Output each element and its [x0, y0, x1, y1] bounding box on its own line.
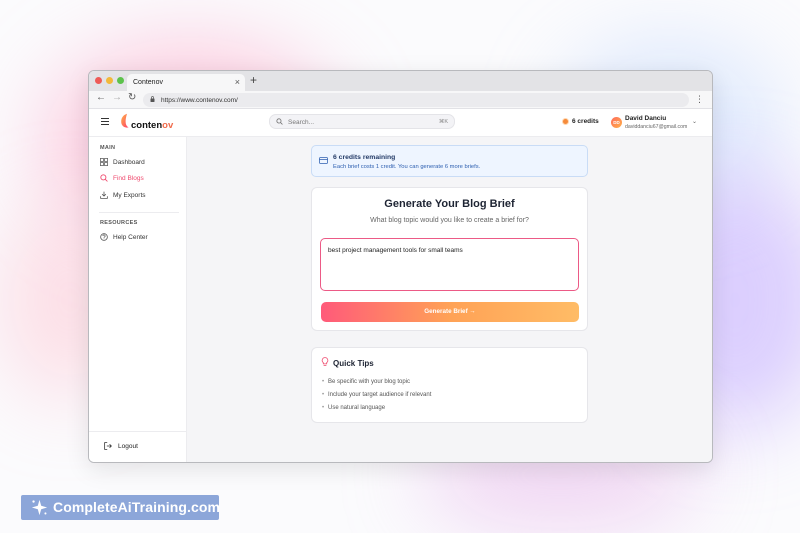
brief-title: Generate Your Blog Brief: [384, 198, 515, 210]
main-content: 6 credits remaining Each brief costs 1 c…: [187, 137, 712, 462]
maximize-window-button[interactable]: [117, 77, 124, 84]
app-header: contenov Search... ⌘K 6 credits DD David…: [89, 109, 712, 137]
banner-title: 6 credits remaining: [333, 154, 396, 161]
close-tab-icon[interactable]: ×: [235, 77, 240, 87]
watermark-text: CompleteAiTraining.com: [53, 499, 221, 515]
lock-icon: [150, 96, 155, 102]
credit-card-icon: [319, 157, 328, 164]
download-icon: [100, 191, 108, 199]
tab-title: Contenov: [133, 79, 163, 86]
sidebar-divider: [89, 431, 186, 432]
browser-menu-icon[interactable]: ⋮: [695, 94, 704, 105]
user-name[interactable]: David Danciu: [625, 115, 666, 122]
sidebar-item-find-blogs[interactable]: Find Blogs: [100, 174, 144, 184]
coin-icon: [562, 118, 569, 125]
sidebar-item-label: Find Blogs: [113, 175, 144, 182]
tip-item: Use natural language: [322, 405, 385, 411]
browser-window: Contenov × + ← → ↻ https://www.contenov.…: [88, 70, 713, 463]
sidebar-item-label: My Exports: [113, 192, 146, 199]
new-tab-button[interactable]: +: [250, 73, 257, 87]
user-email: daviddanciu67@gmail.com: [625, 124, 688, 130]
sidebar-divider: [99, 212, 179, 213]
tip-item: Include your target audience if relevant: [322, 392, 431, 398]
browser-titlebar: Contenov × +: [89, 71, 712, 91]
close-window-button[interactable]: [95, 77, 102, 84]
minimize-window-button[interactable]: [106, 77, 113, 84]
logout-icon: [104, 442, 112, 450]
watermark: CompleteAiTraining.com: [21, 495, 221, 520]
search-shortcut: ⌘K: [438, 118, 448, 125]
sidebar-item-label: Dashboard: [113, 159, 145, 166]
help-icon: [100, 233, 108, 241]
brief-subtitle: What blog topic would you like to create…: [370, 217, 529, 224]
sidebar-item-help-center[interactable]: Help Center: [100, 233, 148, 243]
logo-suffix: ov: [162, 120, 174, 131]
quick-tips-card: Quick Tips Be specific with your blog to…: [311, 347, 588, 423]
blog-topic-input[interactable]: best project management tools for small …: [320, 238, 579, 291]
avatar[interactable]: DD: [611, 117, 622, 128]
logout-label: Logout: [118, 443, 138, 450]
lightbulb-icon: [321, 357, 329, 366]
credits-badge[interactable]: 6 credits: [562, 118, 599, 125]
sidebar-item-dashboard[interactable]: Dashboard: [100, 158, 145, 168]
credits-label: 6 credits: [572, 118, 599, 125]
brief-card: Generate Your Blog Brief What blog topic…: [311, 187, 588, 331]
hamburger-menu-icon[interactable]: [101, 118, 109, 127]
chevron-down-icon[interactable]: ⌄: [692, 118, 697, 125]
forward-button[interactable]: →: [112, 92, 122, 103]
search-placeholder: Search...: [288, 118, 315, 126]
logo-prefix: conten: [131, 120, 163, 131]
generate-brief-button[interactable]: Generate Brief →: [321, 302, 579, 322]
banner-subtitle: Each brief costs 1 credit. You can gener…: [333, 164, 481, 170]
logo-wordmark[interactable]: contenov: [131, 120, 173, 131]
address-bar: ← → ↻ https://www.contenov.com/ ⋮: [89, 91, 712, 109]
dashboard-icon: [100, 158, 108, 166]
tips-title: Quick Tips: [333, 359, 374, 368]
sidebar: MAIN Dashboard Find Blogs My Exports RES…: [89, 137, 187, 462]
search-input[interactable]: Search... ⌘K: [269, 114, 455, 129]
reload-button[interactable]: ↻: [128, 92, 136, 103]
url-field[interactable]: https://www.contenov.com/: [143, 93, 689, 107]
sidebar-heading-resources: RESOURCES: [100, 220, 138, 226]
search-icon: [100, 174, 108, 182]
tip-item: Be specific with your blog topic: [322, 379, 410, 385]
sparkle-logo-icon: [31, 499, 48, 516]
app-body: MAIN Dashboard Find Blogs My Exports RES…: [89, 137, 712, 462]
back-button[interactable]: ←: [96, 92, 106, 103]
sidebar-heading-main: MAIN: [100, 145, 116, 151]
browser-tab[interactable]: Contenov ×: [127, 74, 245, 91]
logout-button[interactable]: Logout: [104, 442, 138, 452]
sidebar-item-my-exports[interactable]: My Exports: [100, 191, 146, 201]
sidebar-item-label: Help Center: [113, 234, 148, 241]
url-text: https://www.contenov.com/: [161, 96, 238, 104]
credits-banner: 6 credits remaining Each brief costs 1 c…: [311, 145, 588, 177]
search-icon: [276, 118, 283, 125]
